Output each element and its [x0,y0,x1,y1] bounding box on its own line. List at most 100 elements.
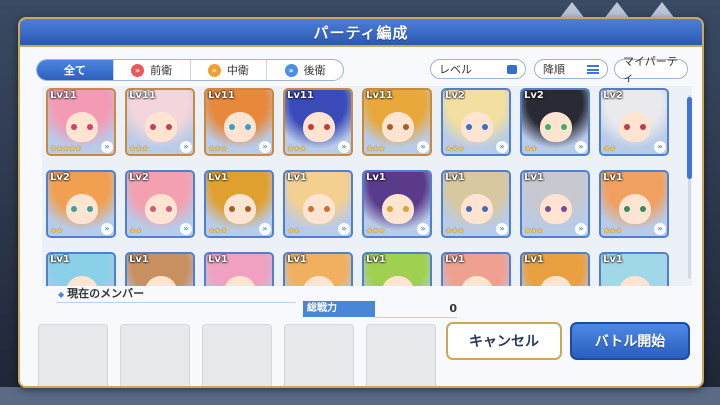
tab-all[interactable]: 全て [37,60,113,80]
bottom-navigation [0,387,720,405]
member-slot[interactable] [366,324,436,386]
cancel-button[interactable]: キャンセル [446,322,562,360]
role-icon: » [575,223,587,235]
character-card[interactable]: Lv1 [520,252,590,286]
level-label: Lv1 [366,172,386,183]
level-label: Lv1 [603,172,623,183]
member-slot[interactable] [120,324,190,386]
scrollbar-thumb[interactable] [687,97,692,179]
tab-middle[interactable]: » 中衛 [189,60,267,80]
character-eye [150,124,156,130]
character-eye [561,124,567,130]
character-eye [640,124,646,130]
star-rating: ★★★ [603,226,622,235]
star-rating: ★★ [287,226,300,235]
role-filter-tabs: 全て » 前衛 » 中衛 » 後衛 [36,59,344,81]
star-rating: ★★★ [366,144,385,153]
role-icon: » [575,141,587,153]
level-label: Lv2 [129,172,149,183]
my-party-button[interactable]: マイパーティ [614,55,688,84]
sort-icon [507,64,517,74]
level-label: Lv1 [603,254,623,265]
character-eye [624,124,630,130]
level-label: Lv1 [287,254,307,265]
character-card[interactable]: Lv1 ★★★ » [362,170,432,238]
character-card[interactable]: Lv2 ★★ » [46,170,116,238]
tab-label: 前衛 [150,64,173,77]
level-label: Lv11 [208,90,235,101]
tab-label: 全て [63,64,86,77]
level-label: Lv1 [208,254,228,265]
character-eye [387,124,393,130]
character-card[interactable]: Lv1 [204,252,274,286]
character-card[interactable]: Lv2 ★★ » [599,88,669,156]
back-role-icon: » [284,63,298,77]
level-label: Lv2 [445,90,465,101]
total-power-label: 総戦力 [303,301,375,317]
my-party-label: マイパーティ [623,55,678,84]
start-battle-button[interactable]: バトル開始 [570,322,690,360]
level-label: Lv1 [524,172,544,183]
role-icon: » [338,141,350,153]
character-card[interactable]: Lv1 [599,252,669,286]
level-label: Lv1 [50,254,70,265]
role-icon: » [496,141,508,153]
character-card[interactable]: Lv1 ★★★ » [204,170,274,238]
character-eye [640,206,646,212]
character-eye [324,124,330,130]
sort-level-button[interactable]: レベル [430,59,526,79]
level-label: Lv11 [50,90,77,101]
character-card[interactable]: Lv1 ★★★ » [441,170,511,238]
character-eye [87,206,93,212]
character-card[interactable]: Lv1 ★★ » [283,170,353,238]
role-icon: » [259,223,271,235]
role-icon: » [417,223,429,235]
character-card[interactable]: Lv1 [283,252,353,286]
character-eye [403,206,409,212]
tab-back[interactable]: » 後衛 [266,60,343,80]
star-rating: ★★★ [366,226,385,235]
character-eye [482,124,488,130]
character-eye [387,206,393,212]
character-card[interactable]: Lv11 ★★★ » [125,88,195,156]
character-eye [71,206,77,212]
member-slot[interactable] [202,324,272,386]
character-card[interactable]: Lv1 [125,252,195,286]
dialog-title: パーティ編成 [313,24,409,42]
order-icon [587,64,599,74]
level-label: Lv2 [50,172,70,183]
character-card[interactable]: Lv2 ★★★ » [441,88,511,156]
character-eye [545,206,551,212]
character-eye [308,124,314,130]
character-card[interactable]: Lv1 [441,252,511,286]
character-card[interactable]: Lv1 [362,252,432,286]
character-card[interactable]: Lv1 ★★★ » [599,170,669,238]
role-icon: » [496,223,508,235]
order-label: 降順 [543,63,565,76]
tab-front[interactable]: » 前衛 [112,60,190,80]
star-rating: ★★ [129,226,142,235]
level-label: Lv1 [445,172,465,183]
character-grid: Lv11 ★★★★★» Lv11 ★★★» Lv11 ★★★» Lv11 ★★★» Lv11 ★★… [42,86,692,286]
character-card[interactable]: Lv11 ★★★★★ » [46,88,116,156]
star-rating: ★★★ [445,226,464,235]
star-rating: ★★★ [524,226,543,235]
character-card[interactable]: Lv1 ★★★ » [520,170,590,238]
total-power-value: 0 [375,301,457,318]
character-card[interactable]: Lv11 ★★★ » [204,88,274,156]
character-card[interactable]: Lv11 ★★★ » [362,88,432,156]
character-eye [324,206,330,212]
member-slot[interactable] [284,324,354,386]
character-card[interactable]: Lv11 ★★★ » [283,88,353,156]
divider [56,302,296,303]
level-label: Lv1 [366,254,386,265]
level-label: Lv1 [129,254,149,265]
character-eye [466,206,472,212]
order-button[interactable]: 降順 [534,59,608,79]
character-card[interactable]: Lv2 ★★ » [125,170,195,238]
star-rating: ★★★ [208,144,227,153]
level-label: Lv2 [603,90,623,101]
character-card[interactable]: Lv1 [46,252,116,286]
member-slot[interactable] [38,324,108,386]
character-card[interactable]: Lv2 ★★ » [520,88,590,156]
